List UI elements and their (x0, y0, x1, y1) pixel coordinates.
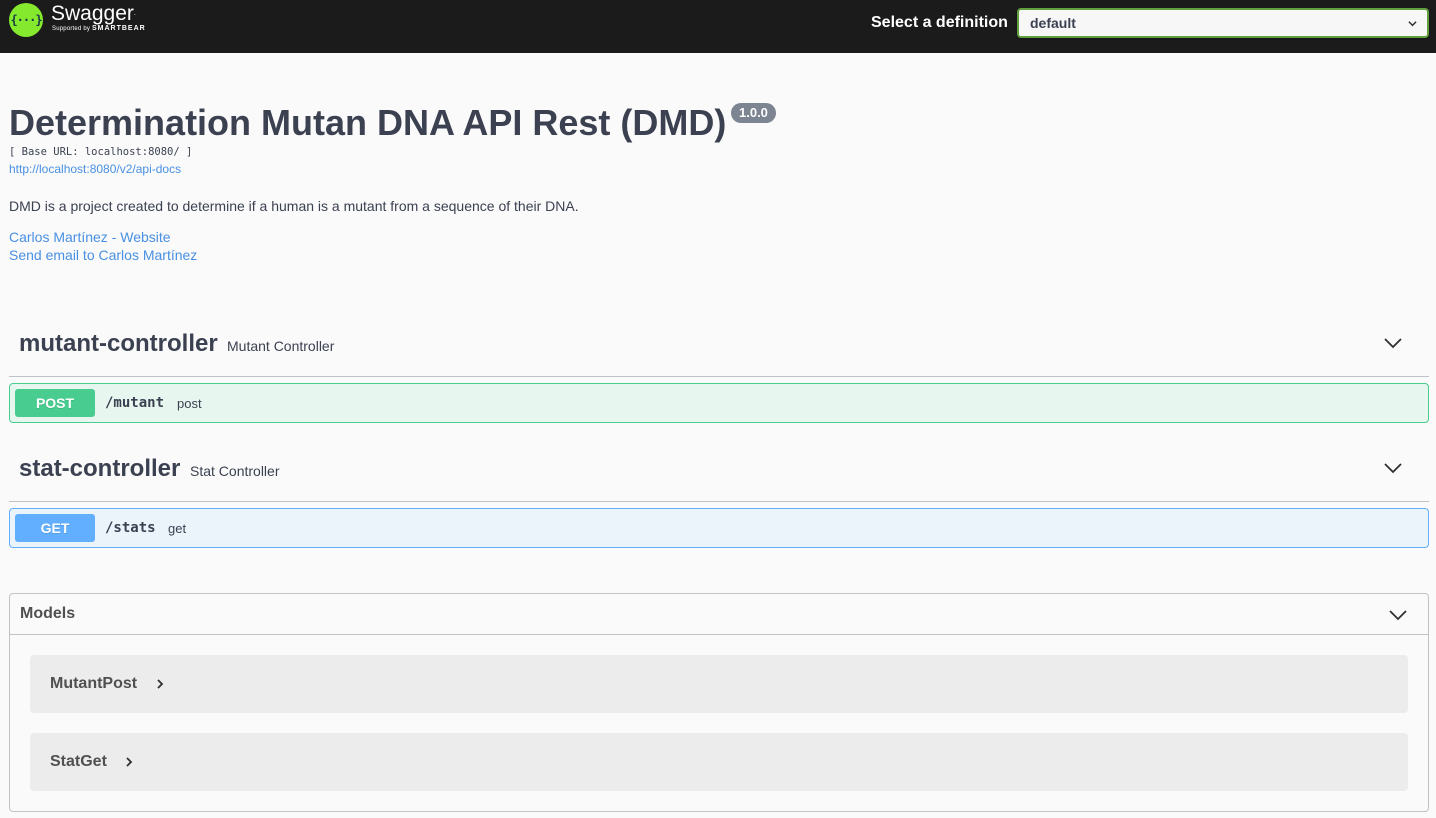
api-description: DMD is a project created to determine if… (9, 198, 579, 214)
tag-name: mutant-controller (19, 330, 218, 357)
definition-select[interactable]: default (1017, 8, 1429, 38)
model-name: StatGet (50, 753, 107, 770)
method-badge-post: POST (15, 389, 95, 417)
operation-path: /mutant (105, 395, 165, 411)
operation-summary: get (168, 521, 187, 536)
chevron-right-icon[interactable] (123, 756, 135, 768)
model-item-statget[interactable]: StatGet (30, 733, 1408, 791)
chevron-down-icon[interactable] (1388, 605, 1408, 625)
version-badge: 1.0.0 (731, 103, 776, 123)
api-title: Determination Mutan DNA API Rest (DMD) (9, 102, 727, 143)
method-badge-get: GET (15, 514, 95, 542)
tag-description: Stat Controller (190, 463, 280, 479)
api-docs-link[interactable]: http://localhost:8080/v2/api-docs (9, 162, 181, 176)
model-name: MutantPost (50, 675, 138, 692)
logo-supported-by: Supported by (52, 26, 91, 32)
operation-summary: post (177, 396, 202, 411)
contact-email-link[interactable]: Send email to Carlos Martínez (9, 247, 197, 263)
chevron-down-icon[interactable] (1383, 458, 1403, 478)
tag-section-stat-controller[interactable]: stat-controller Stat Controller (9, 455, 1429, 502)
logo-company: SMARTBEAR (91, 25, 146, 32)
logo-name: Swagger (51, 2, 134, 25)
swagger-braces-icon: {···} (9, 3, 43, 37)
operation-path: /stats (105, 520, 156, 536)
model-item-mutantpost[interactable]: MutantPost (30, 655, 1408, 713)
topbar: {···} Swagger. Supported by SMARTBEAR Se… (0, 0, 1436, 53)
tag-description: Mutant Controller (227, 338, 335, 354)
definition-select-value: default (1030, 15, 1076, 31)
logo-text: Swagger. Supported by SMARTBEAR (51, 2, 146, 32)
tag-name: stat-controller (19, 455, 181, 482)
contact-website-link[interactable]: Carlos Martínez - Website (9, 229, 171, 245)
operation-get-stats[interactable]: GET /stats get (9, 508, 1429, 548)
models-title: Models (20, 605, 76, 622)
models-header[interactable]: Models (10, 594, 1428, 635)
operation-post-mutant[interactable]: POST /mutant post (9, 383, 1429, 423)
swagger-logo[interactable]: {···} Swagger. Supported by SMARTBEAR (9, 2, 146, 37)
chevron-down-icon[interactable] (1383, 333, 1403, 353)
logo-trademark: . (133, 10, 136, 17)
base-url: [ Base URL: localhost:8080/ ] (9, 146, 193, 158)
chevron-right-icon[interactable] (154, 678, 166, 690)
tag-section-mutant-controller[interactable]: mutant-controller Mutant Controller (9, 330, 1429, 377)
models-section: Models MutantPost StatGet (9, 593, 1429, 812)
chevron-down-icon (1408, 21, 1417, 27)
definition-label: Select a definition (871, 14, 1008, 31)
